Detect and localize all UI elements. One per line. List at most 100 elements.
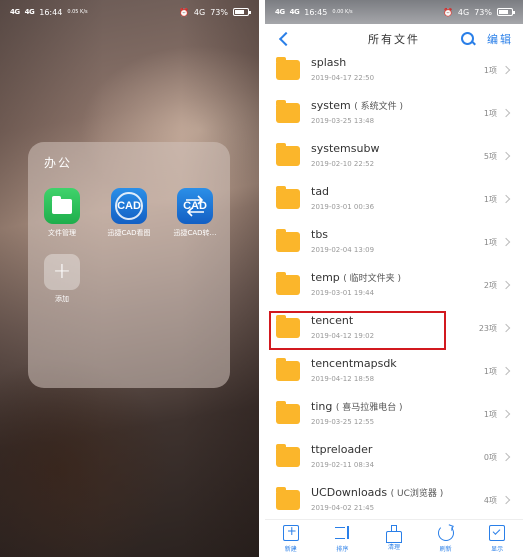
file-count: 1项 [483, 195, 497, 204]
file-row-system[interactable]: system ( 系统文件 ) 2019-03-25 13:48 1项 [265, 91, 523, 134]
file-name: splash [311, 56, 347, 69]
folder-icon [276, 314, 300, 338]
chevron-right-icon [501, 495, 511, 505]
search-icon[interactable] [461, 32, 475, 46]
file-date: 2019-02-11 08:34 [311, 461, 375, 469]
toolbar-label: 排序 [336, 545, 349, 553]
file-date: 2019-04-17 22:50 [311, 74, 375, 82]
status-time: 16:45 [304, 7, 328, 17]
file-date: 2019-03-25 13:48 [311, 117, 375, 125]
file-row-tad[interactable]: tad 2019-03-01 00:36 1项 [265, 177, 523, 220]
app-folder: 办公 文件管理 CAD 迅捷CAD看图 CAD 迅捷CAD转… + 添加 [28, 142, 230, 388]
app-label: 迅捷CAD看图 [107, 229, 151, 237]
folder-icon [276, 142, 300, 166]
back-arrow-icon[interactable] [278, 31, 294, 47]
chevron-right-icon [501, 452, 511, 462]
folder-icon [276, 228, 300, 252]
file-row-systemsubw[interactable]: systemsubw 2019-02-10 22:52 5项 [265, 134, 523, 177]
bottom-toolbar: 新建 排序 清理 刷新 显示 [265, 519, 523, 557]
file-row-ting[interactable]: ting ( 喜马拉雅电台 ) 2019-03-25 12:55 1项 [265, 392, 523, 435]
file-name: tbs [311, 228, 329, 241]
toolbar-label: 清理 [387, 543, 400, 551]
show-button[interactable]: 显示 [477, 524, 517, 553]
status-bar: 4G 4G 16:45 0.00 K/s ⏰ 4G 73% [265, 0, 523, 24]
edit-button[interactable]: 编辑 [487, 31, 513, 47]
file-row-splash[interactable]: splash 2019-04-17 22:50 1项 [265, 48, 523, 91]
file-date: 2019-03-01 19:44 [311, 289, 375, 297]
battery-percent: 73% [474, 7, 492, 17]
chevron-right-icon [501, 65, 511, 75]
sort-button[interactable]: 排序 [322, 525, 362, 553]
app-file-manager[interactable]: 文件管理 [31, 188, 93, 238]
file-name: UCDownloads ( UC浏览器 ) [311, 486, 444, 499]
file-name: tencentmapsdk [311, 357, 397, 370]
network-type: 4G [193, 7, 206, 17]
folder-icon [276, 99, 300, 123]
file-row-tencentmapsdk[interactable]: tencentmapsdk 2019-04-12 18:58 1项 [265, 349, 523, 392]
chevron-right-icon [501, 237, 511, 247]
file-count: 1项 [483, 410, 497, 419]
file-name: ting ( 喜马拉雅电台 ) [311, 400, 403, 413]
cad-converter-icon[interactable]: CAD [177, 188, 213, 224]
cad-viewer-icon[interactable]: CAD [111, 188, 147, 224]
show-icon [489, 524, 506, 541]
refresh-icon [437, 524, 454, 541]
toolbar-label: 新建 [284, 545, 297, 553]
toolbar-label: 刷新 [439, 545, 452, 553]
file-name: tencent [311, 314, 354, 327]
status-bar: 4G 4G 16:44 0.05 K/s ⏰ 4G 73% [0, 0, 259, 24]
signal-1: 4G [275, 8, 285, 16]
file-date: 2019-04-02 21:45 [311, 504, 375, 512]
folder-icon [276, 357, 300, 381]
file-count: 1项 [483, 367, 497, 376]
new-button[interactable]: 新建 [271, 524, 311, 553]
folder-icon [276, 271, 300, 295]
alarm-icon: ⏰ [178, 7, 189, 17]
folder-title: 办公 [44, 156, 73, 170]
refresh-button[interactable]: 刷新 [426, 524, 466, 553]
chevron-right-icon [501, 151, 511, 161]
app-cad-viewer[interactable]: CAD 迅捷CAD看图 [98, 188, 160, 238]
file-row-ucdownloads[interactable]: UCDownloads ( UC浏览器 ) 2019-04-02 21:45 4… [265, 478, 523, 521]
file-count: 2项 [483, 281, 497, 290]
folder-icon [276, 56, 300, 80]
file-name: temp ( 临时文件夹 ) [311, 271, 402, 284]
folder-icon [276, 185, 300, 209]
add-app-button[interactable]: + 添加 [31, 254, 93, 304]
app-cad-converter[interactable]: CAD 迅捷CAD转… [164, 188, 226, 238]
file-date: 2019-02-04 13:09 [311, 246, 375, 254]
net-speed: 0.05 K/s [67, 9, 88, 15]
file-date: 2019-04-12 18:58 [311, 375, 375, 383]
file-name: tad [311, 185, 330, 198]
folder-icon [276, 443, 300, 467]
sort-icon [334, 525, 350, 541]
chevron-right-icon [501, 409, 511, 419]
network-type: 4G [457, 7, 470, 17]
app-label: 迅捷CAD转… [173, 229, 217, 237]
plus-icon[interactable]: + [44, 254, 80, 290]
file-date: 2019-03-25 12:55 [311, 418, 375, 426]
file-count: 1项 [483, 66, 497, 75]
chevron-right-icon [501, 323, 511, 333]
chevron-right-icon [501, 108, 511, 118]
file-row-tbs[interactable]: tbs 2019-02-04 13:09 1项 [265, 220, 523, 263]
file-count: 23项 [478, 324, 497, 333]
battery-icon [233, 8, 251, 16]
battery-icon [497, 8, 515, 16]
file-count: 4项 [483, 496, 497, 505]
clean-button[interactable]: 清理 [374, 524, 414, 551]
file-manager-icon[interactable] [44, 188, 80, 224]
file-date: 2019-02-10 22:52 [311, 160, 375, 168]
file-row-temp[interactable]: temp ( 临时文件夹 ) 2019-03-01 19:44 2项 [265, 263, 523, 306]
app-label: 文件管理 [48, 229, 76, 237]
file-count: 1项 [483, 238, 497, 247]
new-folder-icon [282, 524, 299, 541]
battery-percent: 73% [210, 7, 228, 17]
file-row-tencent[interactable]: tencent 2019-04-12 19:02 23项 [265, 306, 523, 349]
file-row-ttpreloader[interactable]: ttpreloader 2019-02-11 08:34 0项 [265, 435, 523, 478]
left-phone-screen: 4G 4G 16:44 0.05 K/s ⏰ 4G 73% 办公 文件管理 CA… [0, 0, 259, 557]
file-count: 1项 [483, 109, 497, 118]
alarm-icon: ⏰ [442, 7, 453, 17]
signal-1: 4G [10, 8, 20, 16]
status-time: 16:44 [39, 7, 63, 17]
